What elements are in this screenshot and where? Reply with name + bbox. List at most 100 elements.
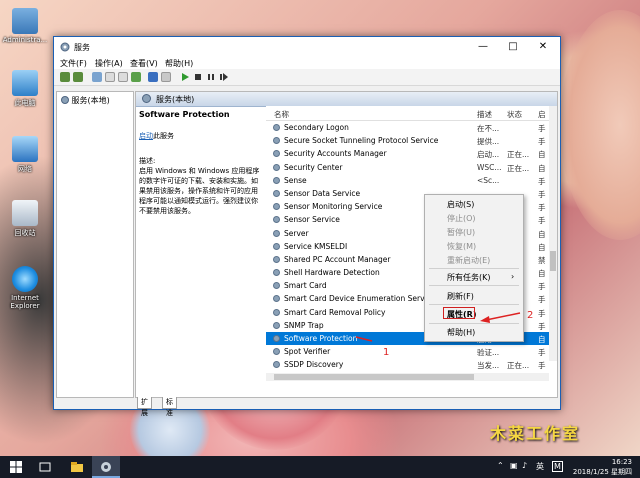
service-startup-type: 禁 [538, 255, 546, 265]
desktop-icon-ie[interactable]: Internet Explorer [2, 266, 48, 310]
desktop-icon-network[interactable]: 网络 [2, 136, 48, 174]
network-tray-icon[interactable]: ▣ [510, 461, 518, 470]
tree-node-services-local[interactable]: 服务(本地) [61, 95, 110, 106]
tab-standard[interactable]: 标准 [162, 397, 177, 417]
desktop-icon-label: Administra... [2, 36, 48, 44]
tray-up-arrow-icon[interactable]: ⌃ [497, 461, 504, 470]
system-clock[interactable]: 16:23 2018/1/25 星期四 [573, 457, 632, 477]
computer-icon [12, 70, 38, 96]
menu-action[interactable]: 操作(A) [95, 58, 123, 69]
table-row[interactable]: Spot Verifier 验证... 手 [266, 345, 557, 358]
service-startup-type: 手 [538, 321, 546, 331]
network-icon [12, 136, 38, 162]
minimize-button[interactable]: — [468, 37, 498, 57]
properties-icon[interactable] [105, 72, 115, 82]
description-label: 描述: [139, 157, 156, 165]
service-description: 在不... [477, 124, 500, 133]
volume-icon[interactable]: ♪ [522, 461, 527, 470]
scroll-thumb[interactable] [550, 251, 556, 271]
service-gear-icon [273, 229, 280, 237]
service-gear-icon [273, 137, 280, 145]
desktop-icon-recycle-bin[interactable]: 回收站 [2, 200, 48, 238]
service-name: Sensor Monitoring Service [284, 202, 383, 212]
tree-node-label: 服务(本地) [71, 96, 110, 105]
desktop-icon-label: 回收站 [14, 229, 36, 237]
maximize-button[interactable]: □ [498, 37, 528, 57]
close-button[interactable]: ✕ [528, 37, 558, 57]
view-icon[interactable] [161, 72, 171, 82]
service-name: Secondary Logon [284, 123, 349, 132]
service-startup-type: 自 [538, 229, 546, 239]
service-startup-type: 手 [538, 361, 546, 371]
refresh-icon[interactable] [118, 72, 128, 82]
menu-item-stop[interactable]: 停止(O) [447, 213, 476, 224]
menu-file[interactable]: 文件(F) [60, 58, 87, 69]
services-gear-icon [61, 96, 69, 104]
menu-item-help[interactable]: 帮助(H) [447, 327, 475, 338]
table-row[interactable]: SSDP Discovery 当发... 正在... 手 [266, 358, 557, 371]
export-icon[interactable] [131, 72, 141, 82]
service-description: WSC... [477, 162, 502, 172]
start-service-icon[interactable] [180, 72, 190, 82]
menu-item-resume[interactable]: 恢复(M) [447, 241, 476, 252]
console-tree-icon[interactable] [92, 72, 102, 82]
menu-view[interactable]: 查看(V) [130, 58, 158, 69]
file-explorer-icon[interactable] [70, 461, 84, 473]
services-gear-icon [60, 42, 70, 52]
recycle-bin-icon [12, 200, 38, 226]
service-status: 正在... [507, 150, 530, 160]
desktop-icon-user[interactable]: Administra... [2, 8, 48, 44]
properties-highlight-box [443, 307, 475, 319]
table-row[interactable]: Secure Socket Tunneling Protocol Service… [266, 134, 557, 147]
menu-bar: 文件(F) 操作(A) 查看(V) 帮助(H) [54, 57, 560, 69]
ime-mode-indicator[interactable]: M [552, 461, 563, 472]
service-gear-icon [273, 216, 280, 224]
menu-item-restart[interactable]: 重新启动(E) [447, 255, 490, 266]
service-gear-icon [273, 242, 280, 250]
help-icon[interactable] [148, 72, 158, 82]
column-description[interactable]: 描述 [477, 109, 492, 120]
list-header: 名称 描述 状态 启 [266, 106, 557, 121]
table-row[interactable]: Security Center WSC... 正在... 自 [266, 161, 557, 174]
scroll-thumb[interactable] [274, 374, 474, 380]
back-icon[interactable] [60, 72, 70, 82]
clock-time: 16:23 [611, 458, 632, 466]
service-startup-type: 自 [538, 335, 546, 344]
menu-help[interactable]: 帮助(H) [165, 58, 193, 69]
service-startup-type: 手 [538, 216, 546, 226]
table-row[interactable]: Security Accounts Manager 启动... 正在... 自 [266, 147, 557, 160]
restart-service-icon[interactable] [219, 72, 229, 82]
title-bar[interactable]: 服务 — □ ✕ [54, 37, 560, 57]
start-service-link[interactable]: 启动 [139, 132, 153, 140]
service-startup-type: 手 [538, 137, 546, 147]
task-view-icon[interactable] [38, 461, 52, 473]
service-gear-icon [273, 282, 280, 290]
menu-item-pause[interactable]: 暂停(U) [447, 227, 475, 238]
service-name: Smart Card [284, 281, 327, 291]
taskbar-services-app[interactable] [92, 456, 120, 478]
menu-item-refresh[interactable]: 刷新(F) [447, 291, 474, 302]
stop-service-icon[interactable] [193, 72, 203, 82]
service-startup-type: 自 [538, 269, 546, 279]
service-gear-icon [273, 348, 280, 356]
tab-extended[interactable]: 扩展 [137, 397, 152, 417]
vertical-scrollbar[interactable] [549, 106, 557, 361]
table-row[interactable]: Secondary Logon 在不... 手 [266, 121, 557, 134]
column-status[interactable]: 状态 [507, 109, 522, 120]
service-startup-type: 自 [538, 242, 546, 252]
table-row[interactable]: Sense <Sc... 手 [266, 174, 557, 187]
toolbar [54, 69, 560, 86]
pane-header: 服务(本地) [136, 92, 557, 107]
desktop-icon-this-pc[interactable]: 此电脑 [2, 70, 48, 108]
pause-service-icon[interactable] [206, 72, 216, 82]
windows-start-icon[interactable] [10, 461, 22, 473]
ime-indicator[interactable]: 英 [536, 461, 544, 472]
column-name[interactable]: 名称 [274, 109, 289, 120]
horizontal-scrollbar[interactable] [266, 373, 549, 381]
menu-item-start[interactable]: 启动(S) [447, 199, 474, 210]
column-startup[interactable]: 启 [538, 109, 546, 120]
service-description: 验证... [477, 348, 500, 358]
menu-item-all-tasks[interactable]: 所有任务(K) [447, 272, 491, 283]
service-name: Software Protection [284, 334, 358, 343]
forward-icon[interactable] [73, 72, 83, 82]
